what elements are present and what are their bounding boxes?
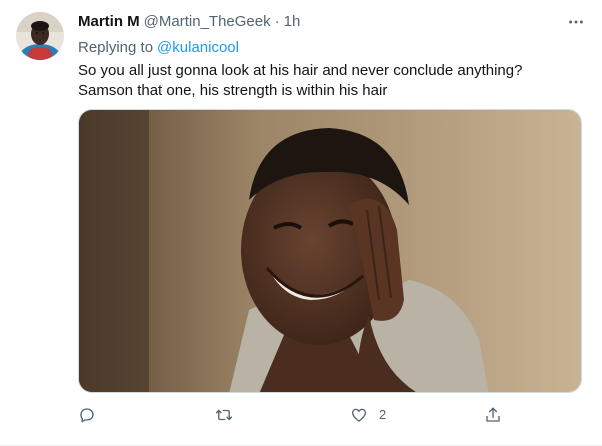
replying-to: Replying to @kulanicool: [78, 38, 586, 58]
share-button[interactable]: [484, 404, 513, 426]
tweet-media-photo[interactable]: [78, 109, 582, 393]
avatar[interactable]: [16, 12, 64, 60]
tweet-actions: 2: [78, 404, 510, 426]
author-handle[interactable]: @Martin_TheGeek: [144, 12, 271, 32]
retweet-icon: [215, 409, 233, 421]
more-options-button[interactable]: [566, 12, 586, 32]
reply-icon: [80, 408, 94, 423]
tweet-header: Martin M @Martin_TheGeek · 1h: [78, 12, 586, 32]
like-button[interactable]: 2: [350, 404, 386, 426]
retweet-button[interactable]: [215, 404, 244, 426]
header-separator: ·: [274, 13, 280, 30]
tweet-card[interactable]: Martin M @Martin_TheGeek · 1h Replying t…: [0, 0, 602, 446]
photo-image: [79, 110, 581, 392]
tweet-content: Martin M @Martin_TheGeek · 1h Replying t…: [78, 12, 586, 101]
avatar-image: [16, 12, 64, 60]
tweet-timestamp[interactable]: 1h: [284, 12, 301, 32]
author-display-name[interactable]: Martin M: [78, 12, 140, 32]
reply-button[interactable]: [78, 404, 107, 426]
tweet-text: So you all just gonna look at his hair a…: [78, 62, 523, 99]
heart-icon: [351, 408, 367, 422]
like-count: 2: [379, 407, 387, 422]
more-icon: [569, 20, 583, 24]
share-icon: [486, 407, 500, 422]
replying-to-label: Replying to: [78, 39, 154, 56]
replying-to-link[interactable]: @kulanicool: [157, 39, 239, 56]
